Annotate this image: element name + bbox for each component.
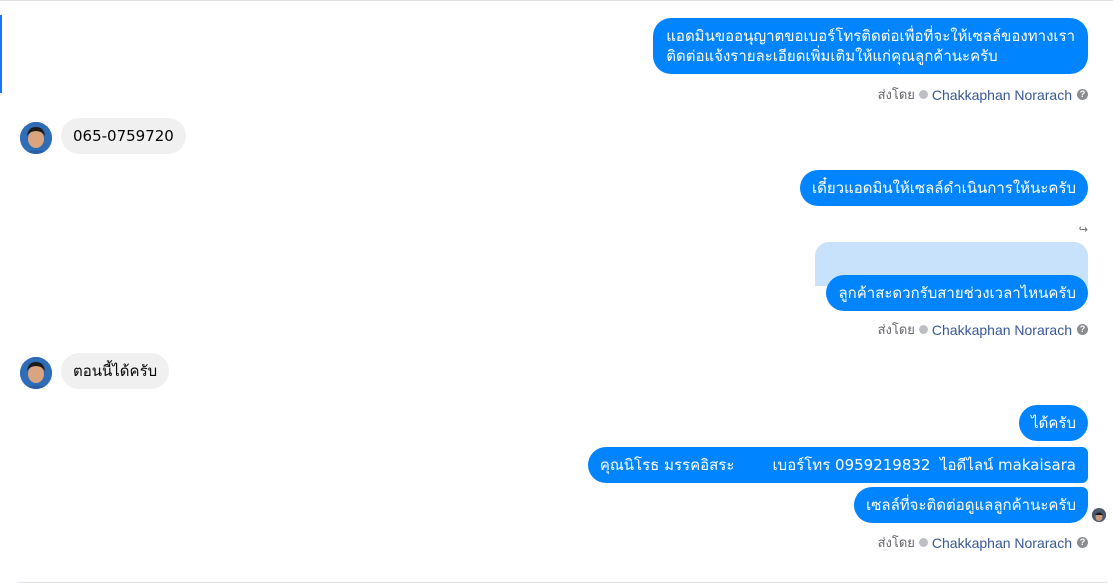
help-circle-icon[interactable]: ?	[1077, 537, 1088, 548]
message-line: ติดต่อแจ้งรายละเอียดเพิ่มเติมให้แก่คุณลู…	[666, 47, 998, 65]
outgoing-message[interactable]: เซลล์ที่จะติดต่อดูแลลูกค้านะครับ	[854, 487, 1088, 523]
outgoing-message[interactable]: ได้ครับ	[1019, 405, 1088, 441]
help-circle-icon[interactable]: ?	[1077, 89, 1088, 100]
reply-arrow-icon: ↪	[1078, 223, 1088, 236]
outgoing-message[interactable]: แอดมินขออนุญาตขอเบอร์โทรติดต่อเพื่อที่จะ…	[653, 18, 1088, 74]
contact-avatar[interactable]	[20, 357, 52, 389]
sent-by-prefix: ส่งโดย	[877, 88, 915, 103]
verified-badge-icon	[918, 325, 928, 334]
focus-accent-bar	[0, 15, 2, 93]
chat-thread: แอดมินขออนุญาตขอเบอร์โทรติดต่อเพื่อที่จะ…	[0, 0, 1113, 583]
reply-header: ↪	[1079, 223, 1088, 236]
sent-by-prefix: ส่งโดย	[877, 536, 915, 551]
outgoing-message[interactable]: ลูกค้าสะดวกรับสายช่วงเวลาไหนครับ	[826, 275, 1088, 311]
contact-avatar[interactable]	[20, 122, 52, 154]
sent-by-prefix: ส่งโดย	[877, 323, 915, 338]
outgoing-message[interactable]: เดี๋ยวแอดมินให้เซลล์ดำเนินการให้นะครับ	[799, 170, 1088, 206]
sender-name-link[interactable]: Chakkaphan Norarach	[932, 322, 1072, 338]
sender-name-link[interactable]: Chakkaphan Norarach	[932, 535, 1072, 551]
verified-badge-icon	[918, 538, 928, 547]
sender-name-link[interactable]: Chakkaphan Norarach	[932, 87, 1072, 103]
message-line: แอดมินขออนุญาตขอเบอร์โทรติดต่อเพื่อที่จะ…	[666, 27, 1075, 45]
help-circle-icon[interactable]: ?	[1077, 324, 1088, 335]
sent-by-label: ส่งโดย Chakkaphan Norarach ?	[878, 532, 1088, 553]
seen-indicator-avatar	[1092, 508, 1106, 522]
verified-badge-icon	[918, 90, 928, 99]
outgoing-message[interactable]: คุณนิโรธ มรรคอิสระ เบอร์โทร 0959219832 ไ…	[587, 447, 1088, 483]
incoming-message[interactable]: 065-0759720	[61, 118, 186, 154]
sent-by-label: ส่งโดย Chakkaphan Norarach ?	[878, 319, 1088, 340]
sent-by-label: ส่งโดย Chakkaphan Norarach ?	[878, 84, 1088, 105]
incoming-message[interactable]: ตอนนี้ได้ครับ	[61, 353, 170, 389]
